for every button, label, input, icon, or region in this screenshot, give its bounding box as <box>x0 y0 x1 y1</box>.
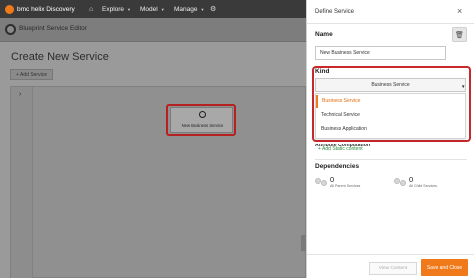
editor-subbar: Blueprint Service Editor <box>0 18 306 42</box>
section-divider <box>315 159 467 160</box>
service-name-input[interactable]: New Business Service <box>315 46 446 60</box>
drawer-title: Define Service <box>315 9 355 15</box>
child-services-icon <box>394 177 408 186</box>
name-label: Name <box>315 31 333 38</box>
service-node[interactable]: New Business Service <box>170 107 233 133</box>
delete-service-button[interactable]: 🗑 <box>452 27 467 42</box>
child-services-label: All Child Services <box>409 184 437 188</box>
kind-dropdown-menu: Business Service Technical Service Busin… <box>315 93 466 139</box>
gear-icon: ⚙ <box>210 6 217 13</box>
add-static-content-link[interactable]: + Add Static content <box>318 146 363 152</box>
brand-logo[interactable]: bmc helix Discovery <box>5 4 83 14</box>
home-icon: ⌂ <box>89 5 94 13</box>
page-title: Create New Service <box>11 51 109 63</box>
define-service-drawer: Define Service × Name 🗑 New Business Ser… <box>306 0 474 278</box>
canvas-expand-panel[interactable]: › <box>11 87 33 278</box>
nav-model-label: Model <box>140 5 158 13</box>
dependencies-label: Dependencies <box>315 163 360 170</box>
drawer-footer: View Content Save and Close <box>307 254 474 278</box>
kind-option-business-application[interactable]: Business Application <box>316 123 465 136</box>
subbar-title: Blueprint Service Editor <box>19 25 87 32</box>
child-services-count: 0 <box>409 175 414 184</box>
parent-services-icon <box>315 177 329 186</box>
brand-name: bmc helix Discovery <box>17 5 75 13</box>
nav-manage[interactable]: Manage ▼ <box>174 0 204 18</box>
parent-services-label: All Parent Services <box>330 184 361 188</box>
nav-explore-label: Explore <box>102 5 125 13</box>
nav-manage-label: Manage <box>174 5 198 13</box>
service-canvas[interactable]: › <box>10 86 307 278</box>
save-and-close-button[interactable]: Save and Close <box>421 259 468 276</box>
add-service-button[interactable]: + Add Service <box>10 69 53 80</box>
nav-home[interactable]: ⌂ <box>89 0 93 18</box>
close-icon[interactable]: × <box>457 6 462 16</box>
trash-icon: 🗑 <box>455 31 464 39</box>
kind-option-business-service[interactable]: Business Service <box>316 95 465 108</box>
parent-services-count: 0 <box>330 175 335 184</box>
nav-settings[interactable]: ⚙ <box>210 0 216 18</box>
drawer-header: Define Service × <box>307 0 474 24</box>
bmc-logo-icon <box>5 4 14 14</box>
chevron-right-icon[interactable]: › <box>19 91 21 98</box>
kind-select[interactable]: Business Service ▼ <box>315 78 466 92</box>
chevron-down-icon: ▼ <box>200 6 205 12</box>
kind-option-technical-service[interactable]: Technical Service <box>316 109 465 122</box>
nav-model[interactable]: Model ▼ <box>140 0 165 18</box>
view-content-button[interactable]: View Content <box>369 262 417 275</box>
chevron-down-icon: ▼ <box>160 6 165 12</box>
chevron-down-icon: ▼ <box>127 6 132 12</box>
service-node-icon <box>199 111 206 118</box>
chevron-down-icon: ▼ <box>461 84 466 89</box>
kind-label: Kind <box>315 68 330 75</box>
service-node-label: New Business Service <box>181 123 224 128</box>
kind-selected-value: Business Service <box>371 82 410 88</box>
nav-explore[interactable]: Explore ▼ <box>102 0 131 18</box>
blueprint-gear-icon <box>5 24 16 35</box>
